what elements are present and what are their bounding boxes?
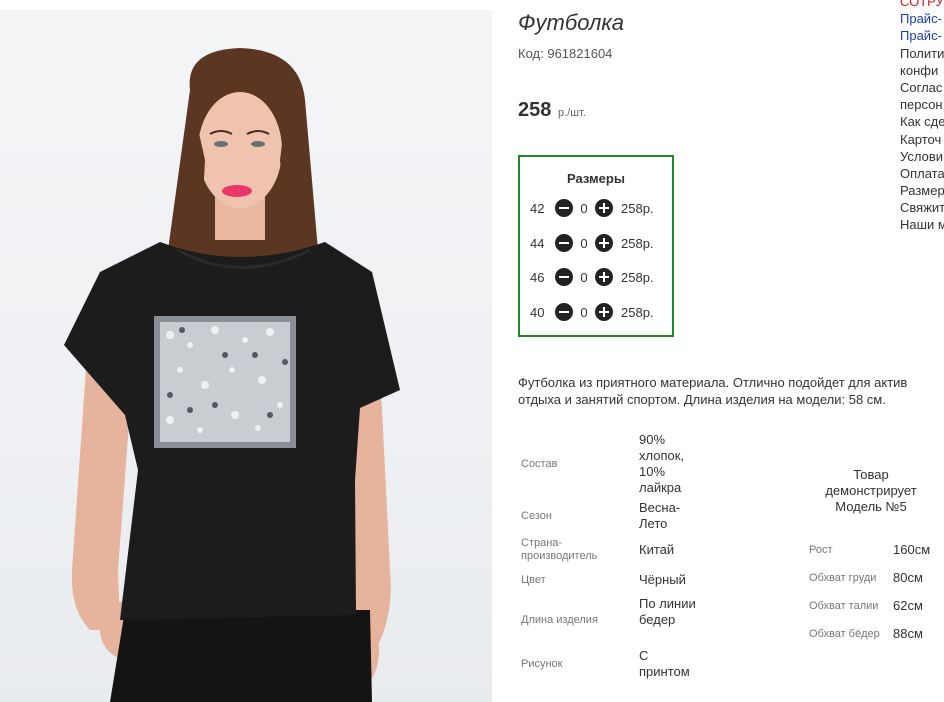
spec-value: 90% хлопок, 10% лайкра <box>639 432 685 495</box>
product-description: Футболка из приятного материала. Отлично… <box>518 374 944 408</box>
quantity-value[interactable]: 0 <box>573 201 595 216</box>
size-row: 46 0 258р. <box>530 267 670 287</box>
spec-value: Китай <box>639 542 675 557</box>
spec-value: Весна-Лето <box>639 500 681 531</box>
size-row: 44 0 258р. <box>530 233 670 253</box>
product-title: Футболка <box>518 10 624 35</box>
quantity-value[interactable]: 0 <box>573 236 595 251</box>
description-line: отдыха и занятий спортом. Длина изделия … <box>518 392 886 407</box>
model-param-value: 80см <box>893 570 923 585</box>
size-label: 44 <box>530 235 545 251</box>
decrease-quantity-button[interactable] <box>555 268 573 286</box>
model-param-label: Обхват бёдер <box>809 628 880 640</box>
side-link-payment[interactable]: Оплата <box>900 166 944 181</box>
product-price: 258 <box>518 99 552 121</box>
side-link-staff[interactable]: СОТРУ <box>900 0 944 9</box>
spec-label: Рисунок <box>521 658 563 670</box>
model-heading: Товар демонстрирует Модель №5 <box>825 467 917 514</box>
spec-value: По линии бедер <box>639 596 696 627</box>
model-illustration <box>64 48 400 702</box>
price-unit: р./шт. <box>558 107 586 119</box>
size-label: 42 <box>530 200 545 216</box>
size-price: 258р. <box>621 304 654 320</box>
spec-value: Чёрный <box>639 572 686 587</box>
spec-value: С принтом <box>639 648 690 679</box>
spec-label: Страна-производитель <box>521 537 598 562</box>
spec-label: Сезон <box>521 510 552 522</box>
model-param-value: 160см <box>893 542 931 557</box>
side-link-company-card[interactable]: Карточ <box>900 132 941 147</box>
description-line: Футболка из приятного материала. Отлично… <box>518 375 908 390</box>
model-param-label: Обхват талии <box>809 600 879 612</box>
model-param-value: 88см <box>893 626 923 641</box>
product-code-value: 961821604 <box>547 46 613 61</box>
sizes-title: Размеры <box>567 171 625 186</box>
spec-label: Длина изделия <box>521 614 598 626</box>
model-param-label: Обхват груди <box>809 572 877 584</box>
size-row: 42 0 258р. <box>530 198 670 218</box>
side-link-terms[interactable]: Услови <box>900 149 943 164</box>
side-menu: СОТРУ Прайс- Прайс- Полити конфи Соглас … <box>900 0 944 234</box>
model-param-value: 62см <box>893 598 923 613</box>
side-link-pricelist-2[interactable]: Прайс- <box>900 28 942 43</box>
side-link-consent[interactable]: Соглас <box>900 80 942 95</box>
increase-quantity-button[interactable] <box>595 268 613 286</box>
size-price: 258р. <box>621 200 654 216</box>
sizes-panel: Размеры 42 0 258р. 44 0 258р. 46 0 258р.… <box>518 155 674 337</box>
increase-quantity-button[interactable] <box>595 199 613 217</box>
quantity-value[interactable]: 0 <box>573 270 595 285</box>
side-link-contact[interactable]: Свяжит <box>900 200 944 215</box>
side-link-policy-cont[interactable]: конфи <box>900 63 938 78</box>
decrease-quantity-button[interactable] <box>555 303 573 321</box>
size-label: 40 <box>530 304 545 320</box>
model-param-label: Рост <box>809 544 833 556</box>
size-price: 258р. <box>621 269 654 285</box>
side-link-sizes[interactable]: Размер <box>900 183 944 198</box>
side-link-policy[interactable]: Полити <box>900 46 944 61</box>
size-row: 40 0 258р. <box>530 302 670 322</box>
product-photo[interactable] <box>0 10 492 702</box>
increase-quantity-button[interactable] <box>595 234 613 252</box>
side-link-how-to-order[interactable]: Как сде <box>900 114 944 129</box>
quantity-value[interactable]: 0 <box>573 305 595 320</box>
spec-label: Цвет <box>521 574 546 586</box>
size-label: 46 <box>530 269 545 285</box>
decrease-quantity-button[interactable] <box>555 199 573 217</box>
product-code-label: Код: <box>518 46 544 61</box>
side-link-our-models[interactable]: Наши м <box>900 217 944 232</box>
spec-label: Состав <box>521 458 558 470</box>
side-link-pricelist[interactable]: Прайс- <box>900 11 942 26</box>
increase-quantity-button[interactable] <box>595 303 613 321</box>
size-price: 258р. <box>621 235 654 251</box>
product-code: Код: 961821604 <box>518 46 612 61</box>
decrease-quantity-button[interactable] <box>555 234 573 252</box>
side-link-consent-cont[interactable]: персон <box>900 97 943 112</box>
